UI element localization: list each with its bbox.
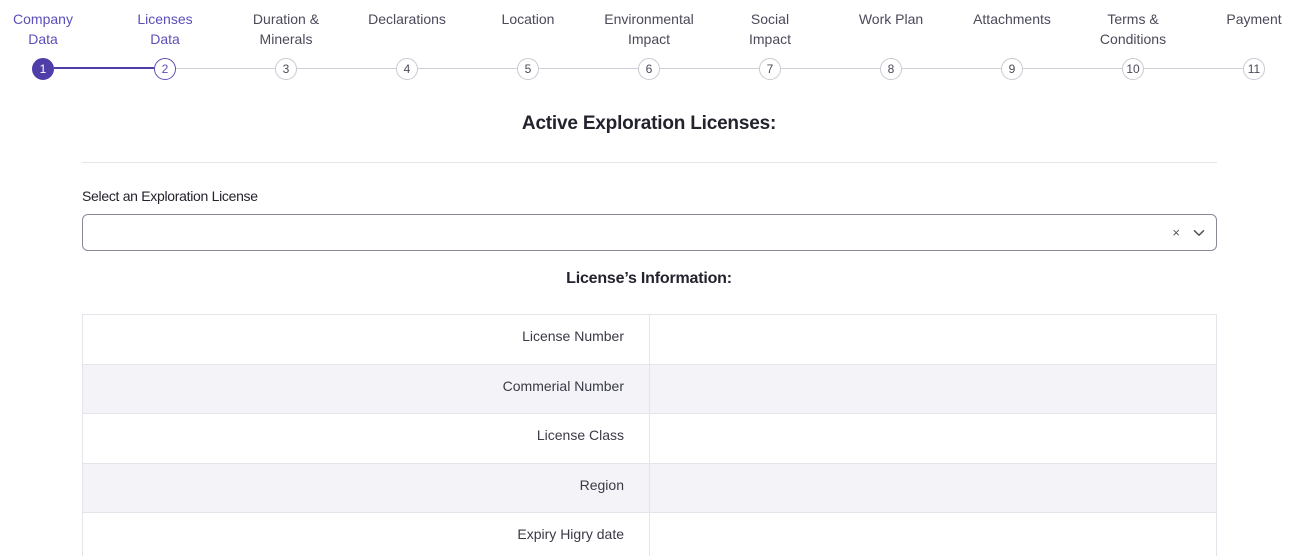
info-key-region: Region [83,463,650,512]
table-row: Expiry Higry date [83,513,1216,556]
step-circle-5[interactable]: 5 [517,58,539,80]
step-connector [297,68,396,69]
step-label-licenses-data[interactable]: Licenses Data [105,9,225,49]
step-label-duration-minerals[interactable]: Duration & Minerals [226,9,346,49]
step-circle-10[interactable]: 10 [1122,58,1144,80]
page-title: Active Exploration Licenses: [521,113,777,134]
info-value-commercial-number [650,365,1216,414]
step-circle-8[interactable]: 8 [880,58,902,80]
step-connector [539,68,638,69]
step-label-location[interactable]: Location [468,9,588,29]
step-label-work-plan[interactable]: Work Plan [831,9,951,29]
step-connector [902,68,1001,69]
table-row: License Class [83,414,1216,464]
step-circle-2[interactable]: 2 [154,58,176,80]
table-row: Commerial Number [83,364,1216,414]
info-value-expiry-date [650,513,1216,556]
step-label-company-data[interactable]: Company Data [0,9,103,49]
step-circle-3[interactable]: 3 [275,58,297,80]
wizard-stepper: Company Data Licenses Data Duration & Mi… [0,0,1296,90]
info-key-commercial-number: Commerial Number [83,364,650,413]
license-info-table: License Number Commerial Number License … [82,314,1217,556]
step-connector [781,68,880,69]
step-label-environmental-impact[interactable]: Environmental Impact [589,9,709,49]
table-row: Region [83,463,1216,513]
step-circle-4[interactable]: 4 [396,58,418,80]
step-connector [1144,68,1243,69]
info-key-license-number: License Number [83,315,650,364]
step-label-attachments[interactable]: Attachments [952,9,1072,29]
step-circle-9[interactable]: 9 [1001,58,1023,80]
step-label-declarations[interactable]: Declarations [347,9,467,29]
step-label-terms-conditions[interactable]: Terms & Conditions [1073,9,1193,49]
info-key-expiry-date: Expiry Higry date [83,513,650,556]
step-circle-7[interactable]: 7 [759,58,781,80]
step-circle-6[interactable]: 6 [638,58,660,80]
table-row: License Number [83,315,1216,365]
license-info-title: License’s Information: [566,270,732,287]
step-label-payment[interactable]: Payment [1194,9,1296,29]
chevron-down-icon[interactable] [1192,226,1206,240]
step-circle-11[interactable]: 11 [1243,58,1265,80]
clear-icon[interactable]: × [1172,224,1180,242]
info-value-license-number [650,315,1216,364]
step-connector-done [54,67,154,69]
step-connector [176,68,275,69]
step-connector [1023,68,1122,69]
info-key-license-class: License Class [83,414,650,463]
step-connector [660,68,759,69]
section-divider [82,162,1217,163]
license-select[interactable]: × [82,214,1217,251]
info-value-region [650,464,1216,513]
step-connector [418,68,517,69]
step-circle-1[interactable]: 1 [32,58,54,80]
license-select-label: Select an Exploration License [82,188,258,204]
step-label-social-impact[interactable]: Social Impact [710,9,830,49]
info-value-license-class [650,414,1216,463]
